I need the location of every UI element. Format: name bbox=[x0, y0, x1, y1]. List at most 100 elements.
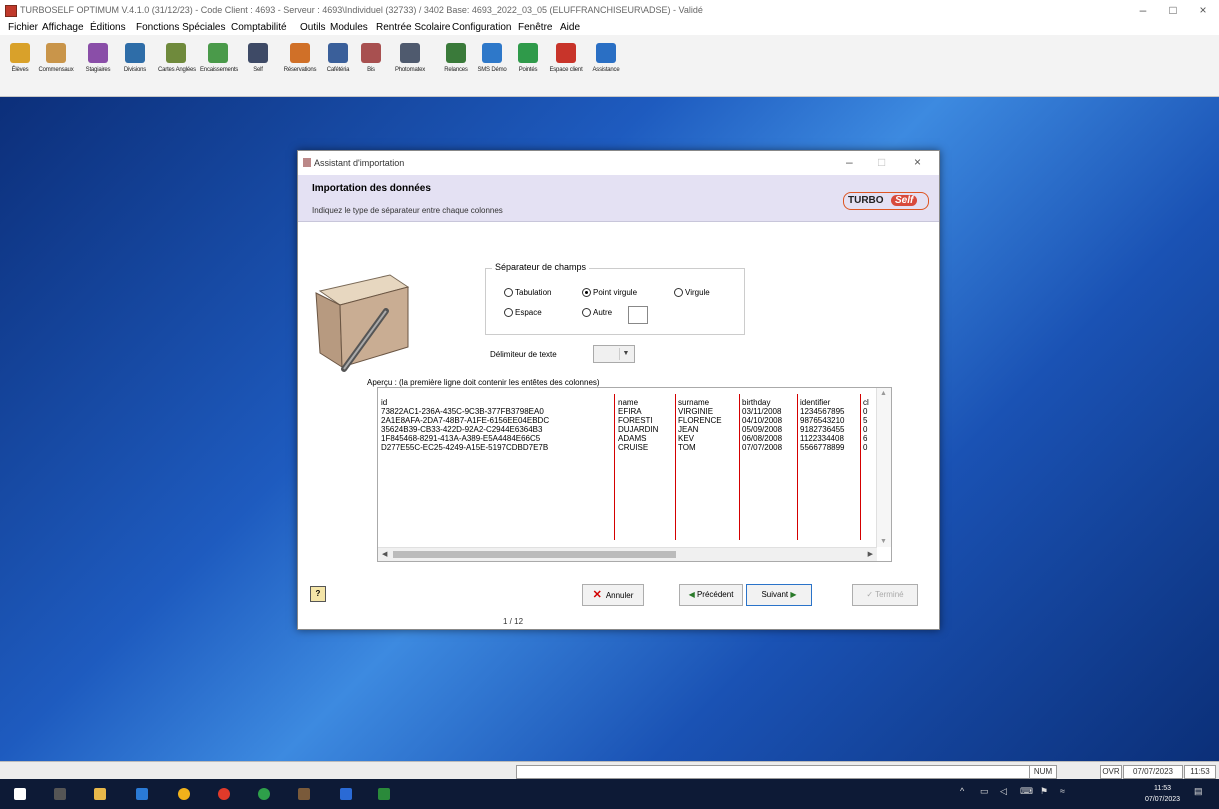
scroll-left-icon[interactable]: ◀ bbox=[382, 550, 387, 558]
table-cell: VIRGINIE bbox=[678, 407, 714, 416]
status-bar: NUM OVR 07/07/2023 11:53 bbox=[0, 761, 1219, 780]
toolbar-cafeteria-button[interactable]: Cafétéria bbox=[320, 43, 356, 93]
scroll-up-icon[interactable]: ▲ bbox=[880, 390, 887, 397]
column-divider[interactable] bbox=[797, 394, 798, 540]
word-icon[interactable] bbox=[340, 788, 352, 800]
chrome-icon[interactable] bbox=[178, 788, 190, 800]
app-title: TURBOSELF OPTIMUM V.4.1.0 (31/12/23) - C… bbox=[20, 5, 703, 15]
preview-column-id: id 73822AC1-236A-435C-9C3B-377FB3798EA0 … bbox=[381, 398, 550, 452]
toolbar-eleves-button[interactable]: Élèves bbox=[2, 43, 38, 93]
radio-virgule[interactable]: Virgule bbox=[674, 288, 710, 298]
volume-icon[interactable]: ◁ bbox=[1000, 786, 1007, 797]
menu-aide[interactable]: Aide bbox=[560, 22, 580, 33]
toolbar-assistance-button[interactable]: Assistance bbox=[588, 43, 624, 93]
wifi-icon[interactable]: ≈ bbox=[1060, 786, 1065, 796]
column-divider[interactable] bbox=[614, 394, 615, 540]
menu-modules[interactable]: Modules bbox=[330, 22, 368, 33]
close-button[interactable]: × bbox=[1188, 3, 1218, 17]
app-icon-folder[interactable] bbox=[298, 788, 310, 800]
check-icon: ✓ bbox=[866, 590, 876, 599]
next-button[interactable]: Suivant ▶ bbox=[746, 584, 812, 606]
menu-fonctions-speciales[interactable]: Fonctions Spéciales bbox=[136, 22, 226, 33]
flag-icon[interactable]: ⚑ bbox=[1040, 786, 1048, 797]
toolbar-divisions-button[interactable]: Divisions bbox=[117, 43, 153, 93]
windows-start-icon[interactable] bbox=[14, 788, 26, 800]
page-indicator: 1 / 12 bbox=[503, 617, 524, 626]
column-divider[interactable] bbox=[860, 394, 861, 540]
file-explorer-icon[interactable] bbox=[94, 788, 106, 800]
network-icon[interactable]: ▭ bbox=[980, 786, 989, 797]
main-toolbar: Élèves Commensaux Stagiaires Divisions C… bbox=[0, 35, 1219, 97]
radio-tabulation[interactable]: Tabulation bbox=[504, 288, 551, 298]
text-delimiter-select[interactable]: ▼ bbox=[593, 345, 635, 363]
table-cell: 03/11/2008 bbox=[742, 407, 782, 416]
toolbar-self-button[interactable]: Self bbox=[240, 43, 276, 93]
turboself-taskbar-icon[interactable] bbox=[378, 788, 390, 800]
toolbar-commensaux-button[interactable]: Commensaux bbox=[38, 43, 74, 93]
keyboard-icon[interactable]: ⌨ bbox=[1020, 786, 1033, 797]
dialog-titlebar: Assistant d'importation – □ × bbox=[298, 151, 939, 175]
menu-fenetre[interactable]: Fenêtre bbox=[518, 22, 552, 33]
autre-separator-input[interactable] bbox=[628, 306, 648, 324]
toolbar-cartes-button[interactable]: Cartes Anglées bbox=[158, 43, 196, 93]
toolbar-reservations-button[interactable]: Réservations bbox=[282, 43, 318, 93]
column-divider[interactable] bbox=[675, 394, 676, 540]
chevron-up-icon[interactable]: ^ bbox=[960, 786, 964, 796]
table-cell: 35624B39-CB33-422D-92A2-C2944E6364B3 bbox=[381, 425, 543, 434]
browser-icon[interactable] bbox=[258, 788, 270, 800]
preview-grid[interactable]: id 73822AC1-236A-435C-9C3B-377FB3798EA0 … bbox=[377, 387, 892, 562]
toolbar-relances-button[interactable]: Relances bbox=[438, 43, 474, 93]
toolbar-stagiaires-button[interactable]: Stagiaires bbox=[80, 43, 116, 93]
previous-button[interactable]: ◀ Précédent bbox=[679, 584, 743, 606]
toolbar-bis-button[interactable]: Bis bbox=[353, 43, 389, 93]
radio-autre[interactable]: Autre bbox=[582, 308, 612, 318]
toolbar-encaissements-button[interactable]: Encaissements bbox=[200, 43, 238, 93]
status-num: NUM bbox=[1029, 765, 1057, 779]
menu-affichage[interactable]: Affichage bbox=[42, 22, 84, 33]
taskbar-clock[interactable]: 11:53 07/07/2023 bbox=[1145, 783, 1180, 805]
toolbar-sms-button[interactable]: SMS Démo bbox=[474, 43, 510, 93]
toolbar-espace-client-button[interactable]: Espace client bbox=[548, 43, 584, 93]
scroll-down-icon[interactable]: ▼ bbox=[880, 538, 887, 545]
scroll-right-icon[interactable]: ▶ bbox=[868, 550, 873, 558]
menu-configuration[interactable]: Configuration bbox=[452, 22, 511, 33]
scroll-thumb[interactable] bbox=[393, 551, 676, 558]
status-ovr: OVR bbox=[1100, 765, 1122, 779]
task-view-icon[interactable] bbox=[54, 788, 66, 800]
minimize-button[interactable]: – bbox=[1128, 3, 1158, 17]
toolbar-pointes-button[interactable]: Pointés bbox=[510, 43, 546, 93]
maximize-button[interactable]: □ bbox=[1158, 3, 1188, 17]
preview-vertical-scrollbar[interactable]: ▲ ▼ bbox=[876, 388, 891, 547]
table-cell: 04/10/2008 bbox=[742, 416, 783, 425]
bis-icon bbox=[361, 43, 381, 63]
divisions-icon bbox=[125, 43, 145, 63]
arrow-left-icon: ◀ bbox=[688, 590, 697, 599]
toolbar-photomatex-button[interactable]: Photomatex bbox=[392, 43, 428, 93]
menu-comptabilite[interactable]: Comptabilité bbox=[231, 22, 287, 33]
menu-outils[interactable]: Outils bbox=[300, 22, 326, 33]
radio-espace[interactable]: Espace bbox=[504, 308, 542, 318]
notification-icon[interactable]: ▤ bbox=[1194, 786, 1203, 797]
menu-fichier[interactable]: Fichier bbox=[8, 22, 38, 33]
radio-point-virgule[interactable]: Point virgule bbox=[582, 288, 637, 298]
dialog-title: Assistant d'importation bbox=[314, 158, 405, 168]
chevron-down-icon: ▼ bbox=[619, 348, 632, 360]
table-cell: 07/07/2008 bbox=[742, 443, 783, 452]
dialog-close-button[interactable]: × bbox=[914, 155, 921, 169]
help-button[interactable]: ? bbox=[310, 586, 326, 602]
preview-horizontal-scrollbar[interactable]: ◀ ▶ bbox=[378, 547, 877, 561]
table-cell: 0 bbox=[863, 425, 868, 434]
arrow-right-icon: ▶ bbox=[788, 590, 797, 599]
dialog-minimize-button[interactable]: – bbox=[846, 155, 853, 169]
outlook-icon[interactable] bbox=[136, 788, 148, 800]
menu-editions[interactable]: Éditions bbox=[90, 22, 126, 33]
opera-icon[interactable] bbox=[218, 788, 230, 800]
cafeteria-icon bbox=[328, 43, 348, 63]
menu-rentree-scolaire[interactable]: Rentrée Scolaire bbox=[376, 22, 450, 33]
status-time: 11:53 bbox=[1184, 765, 1216, 779]
cancel-button[interactable]: ✕ Annuler bbox=[582, 584, 644, 606]
close-icon: ✕ bbox=[592, 589, 602, 601]
radio-autre-dot bbox=[582, 308, 591, 318]
table-cell: FORESTI bbox=[618, 416, 653, 425]
column-divider[interactable] bbox=[739, 394, 740, 540]
